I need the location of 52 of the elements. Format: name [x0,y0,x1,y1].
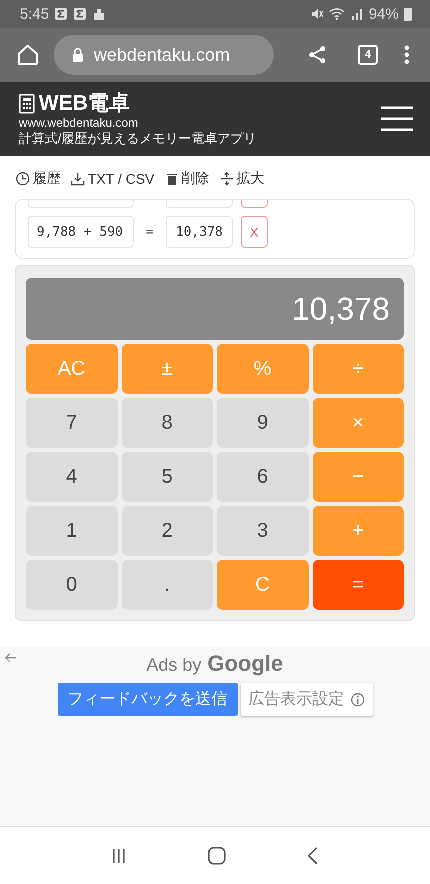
battery-icon [404,7,412,21]
recent-apps-icon[interactable] [110,848,127,864]
result-field: 10,378 [166,216,233,248]
notification-icon [54,7,68,21]
ads-by-label: Ads by [146,655,202,676]
share-icon[interactable] [308,45,328,65]
lock-icon [72,48,84,62]
expression-field: 9,788 + 590 [28,216,134,248]
calculator-key[interactable]: 6 [217,452,308,502]
info-icon [350,692,364,706]
calculator-key[interactable]: 0 [26,560,118,610]
menu-icon[interactable] [380,106,414,132]
site-title[interactable]: WEB電卓 [39,92,130,116]
site-tagline: 計算式/履歴が見えるメモリー電卓アプリ [19,130,257,146]
equals-sign: = [145,224,155,240]
brand-label: Google [208,651,284,677]
toolbar-button[interactable]: 履歴 [16,168,61,189]
tab-count-button[interactable]: 4 [358,45,378,65]
calculator-key[interactable]: 5 [122,452,213,502]
calculator-key[interactable]: 3 [217,506,308,556]
calculator-key[interactable]: 7 [26,398,118,448]
status-time: 5:45 [20,6,50,22]
toolbar-button[interactable]: 削除 [164,168,210,189]
home-button-icon[interactable] [208,846,226,864]
notification-icon [73,7,88,21]
url-text: webdentaku.com [94,44,230,66]
calculator-key[interactable]: . [122,560,213,610]
back-icon[interactable] [307,846,320,864]
signal-icon [350,7,364,21]
ad-settings-button[interactable]: 広告表示設定 [240,683,372,716]
calculator-key[interactable]: 8 [122,398,213,448]
mute-icon [310,7,324,21]
calculator-icon [19,94,35,114]
notification-icon [92,7,106,21]
calculator-key[interactable]: 9 [217,398,308,448]
download-icon [71,172,85,186]
toolbar-button[interactable]: TXT / CSV [71,168,155,189]
calculator-key[interactable]: 1 [26,506,118,556]
calculator-key[interactable]: 2 [122,506,213,556]
back-arrow-icon[interactable] [5,653,17,663]
site-domain: www.webdentaku.com [19,116,140,130]
toolbar-button[interactable]: 拡大 [220,168,265,189]
calculator-display: 10,378 [26,278,404,340]
calculator-key[interactable]: 4 [26,452,118,502]
trash-icon [164,172,179,186]
wifi-icon [328,7,345,21]
home-icon[interactable] [16,43,40,67]
clock-icon [16,172,30,186]
battery-level: 94% [368,6,399,22]
expand-icon [220,172,234,186]
feedback-button[interactable]: フィードバックを送信 [58,683,238,716]
more-icon[interactable] [404,45,410,65]
